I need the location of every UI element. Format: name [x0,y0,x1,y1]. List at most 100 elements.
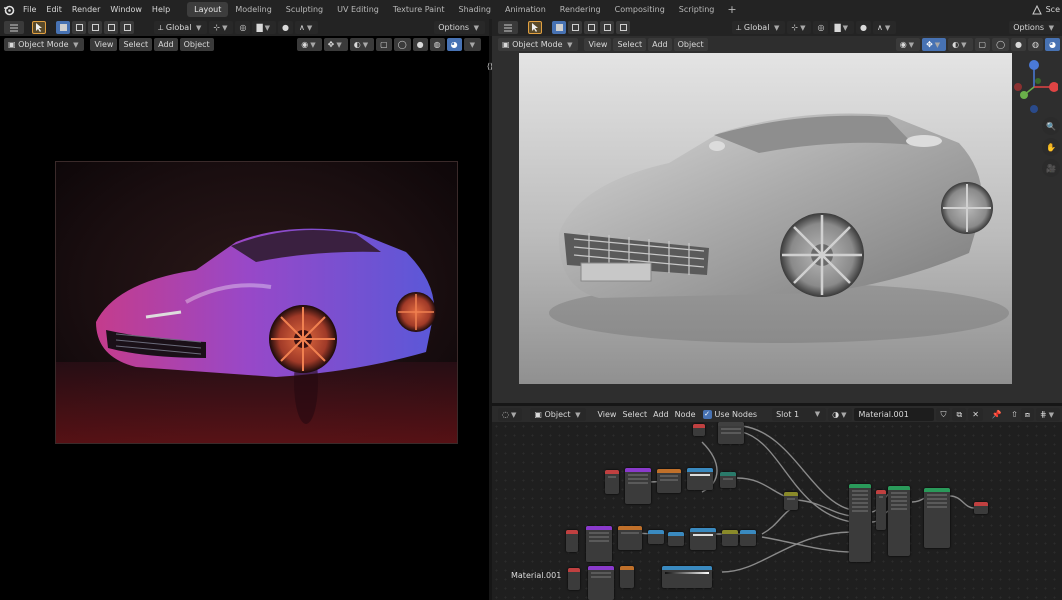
snap-target-dropdown-right[interactable]: ▇ ▼ [830,21,854,34]
shader-node[interactable] [566,530,578,552]
options-dropdown-right[interactable]: Options ▼ [1009,21,1060,34]
editor-type-button-right[interactable] [498,21,518,34]
color-ramp-node[interactable] [662,566,712,588]
duplicate-material-icon[interactable]: ⧉ [952,408,967,421]
xray-toggle-left[interactable]: ▢ [376,38,392,51]
principled-bsdf-node[interactable] [888,486,910,556]
shader-node[interactable] [568,568,580,590]
shader-node[interactable] [720,472,736,488]
blender-logo-icon[interactable] [0,0,18,19]
shader-node[interactable] [618,526,642,550]
shader-type-dropdown[interactable]: ▣ Object ▼ [530,408,587,421]
shading-wireframe-right[interactable]: ◯ [992,38,1010,51]
navigation-gizmo[interactable] [1010,57,1059,115]
object-mode-dropdown-left[interactable]: ▣ Object Mode ▼ [4,38,85,51]
select-tool-button[interactable] [32,21,46,34]
shader-node[interactable] [605,470,619,494]
select-menu-left[interactable]: Select [119,38,153,51]
mix-shader-node[interactable] [924,488,950,548]
object-menu-right[interactable]: Object [673,38,708,51]
select-mode-subtract-button[interactable] [88,21,102,34]
visibility-dropdown-left[interactable]: ◉ ▼ [297,38,322,51]
shading-rendered-left[interactable]: ◕ [446,38,462,51]
editor-type-button[interactable] [4,21,24,34]
overlays-dropdown-left[interactable]: ◐ ▼ [349,38,375,51]
node-snap-dropdown[interactable]: ⋕ ▼ [1035,408,1060,421]
select-mode-set-button[interactable] [56,21,70,34]
select-mode-invert-button-right[interactable] [600,21,614,34]
visibility-dropdown-right[interactable]: ◉ ▼ [895,38,921,51]
overlays-dropdown-right[interactable]: ◐ ▼ [948,38,973,51]
select-menu-right[interactable]: Select [613,38,647,51]
right-viewport[interactable]: 🔍 ✋ 🎥 [492,53,1062,403]
tab-texture-paint[interactable]: Texture Paint [386,2,452,17]
options-dropdown-left[interactable]: Options ▼ [434,21,485,34]
tab-layout[interactable]: Layout [187,2,229,17]
shading-options-left[interactable]: ▼ [463,38,481,51]
menu-window[interactable]: Window [105,0,147,19]
node-node-menu[interactable]: Node [672,410,699,419]
shader-node[interactable] [648,530,664,544]
select-mode-extend-button[interactable] [72,21,86,34]
add-menu-right[interactable]: Add [648,38,672,51]
fake-user-shield-icon[interactable]: ⛉ [936,408,951,421]
pan-hand-icon[interactable]: ✋ [1042,138,1060,156]
object-menu-left[interactable]: Object [179,38,214,51]
shading-rendered-right[interactable]: ◕ [1045,38,1060,51]
material-browse-dropdown[interactable]: ◑ ▼ [828,408,853,421]
node-view-menu[interactable]: View [594,410,619,419]
node-add-menu[interactable]: Add [650,410,672,419]
tab-uv-editing[interactable]: UV Editing [330,2,386,17]
pin-icon[interactable]: 📌 [989,410,1005,419]
tab-shading[interactable]: Shading [451,2,498,17]
snap-target-dropdown[interactable]: ▇ ▼ [252,21,276,34]
proportional-edit-toggle-right[interactable]: ● [855,21,871,34]
snap-node-icon[interactable]: ⧈ [1020,408,1034,421]
node-select-menu[interactable]: Select [619,410,650,419]
shader-node[interactable] [668,532,684,546]
shader-node[interactable] [687,468,713,490]
gizmo-dropdown-right[interactable]: ✥ ▼ [922,38,947,51]
select-mode-invert-button[interactable] [104,21,118,34]
add-menu-left[interactable]: Add [154,38,178,51]
falloff-dropdown-right[interactable]: ∧ ▼ [872,21,897,34]
node-editor-type-dropdown[interactable]: ◌ ▼ [498,408,523,421]
shader-node[interactable] [625,468,651,504]
shading-material-right[interactable]: ◍ [1028,38,1044,51]
view-menu-left[interactable]: View [90,38,118,51]
shader-node[interactable] [740,530,756,546]
scene-selector[interactable]: Sce [1031,0,1062,19]
falloff-dropdown[interactable]: ∧ ▼ [294,21,319,34]
shading-wireframe-left[interactable]: ◯ [393,38,411,51]
shader-node[interactable] [722,530,738,546]
shader-node[interactable] [657,469,681,493]
shader-node[interactable] [784,492,798,510]
select-tool-button-right[interactable] [528,21,542,34]
slot-dropdown[interactable]: Slot 1 ▼ [772,408,827,421]
shader-node[interactable] [588,566,614,600]
snap-toggle[interactable]: ◎ [235,21,251,34]
material-name-field[interactable]: Material.001 [854,408,935,421]
add-workspace-button[interactable]: + [721,0,742,19]
shader-node[interactable] [718,422,744,444]
select-mode-intersect-button-right[interactable] [616,21,630,34]
unlink-material-x-icon[interactable]: ✕ [968,408,983,421]
tab-compositing[interactable]: Compositing [608,2,672,17]
select-mode-subtract-button-right[interactable] [584,21,598,34]
select-mode-intersect-button[interactable] [120,21,134,34]
shading-solid-right[interactable]: ● [1011,38,1027,51]
view-menu-right[interactable]: View [584,38,612,51]
use-nodes-toggle[interactable]: ✓ Use Nodes [702,410,761,419]
menu-file[interactable]: File [18,0,41,19]
shader-node[interactable] [690,528,716,550]
camera-view-icon[interactable]: 🎥 [1042,159,1060,177]
shader-node[interactable] [876,490,886,530]
shader-node[interactable] [620,566,634,588]
transform-orientation-dropdown-right[interactable]: ⟂ Global ▼ [732,21,786,34]
pivot-dropdown[interactable]: ⊹ ▼ [209,21,234,34]
xray-toggle-right[interactable]: ▢ [974,38,991,51]
tab-modeling[interactable]: Modeling [228,2,278,17]
shader-node[interactable] [693,424,705,436]
zoom-icon[interactable]: 🔍 [1042,117,1060,135]
tab-sculpting[interactable]: Sculpting [279,2,330,17]
